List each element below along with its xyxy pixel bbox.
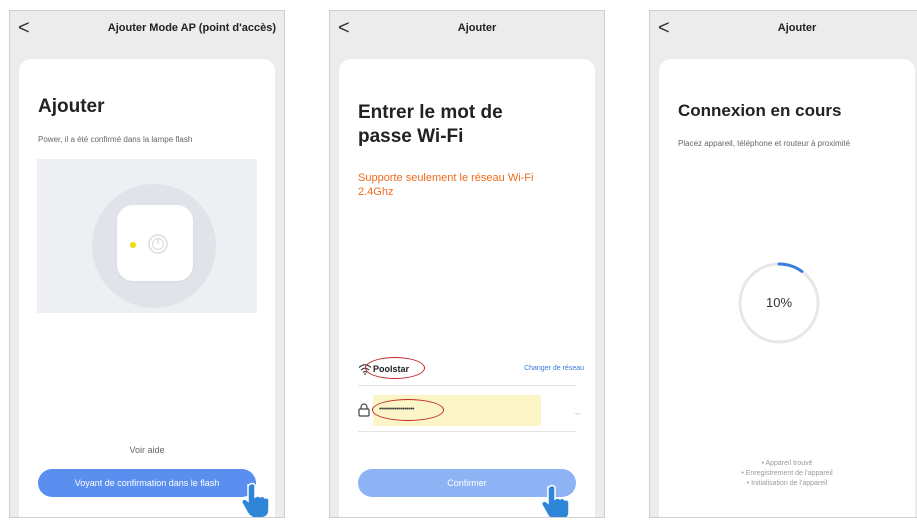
step-item: • Enregistrement de l'appareil: [659, 469, 915, 479]
step-text: Initialisation de l'appareil: [751, 480, 828, 487]
content-card: Ajouter Power, il a été confirmé dans la…: [19, 59, 275, 517]
top-bar: < Ajouter: [330, 11, 604, 49]
step-item: • Appareil trouvé: [659, 459, 915, 469]
device-illustration: [37, 159, 257, 313]
ssid-annotation-circle: [365, 357, 425, 379]
hand-pointer-icon: [241, 482, 270, 517]
screen-ap-mode: < Ajouter Mode AP (point d'accès) Ajoute…: [9, 10, 285, 518]
content-card: Entrer le mot de passe Wi-Fi Supporte se…: [339, 59, 595, 517]
password-annotation-circle: [372, 399, 444, 421]
description: Power, il a été confirmé dans la lampe f…: [38, 135, 193, 144]
warning-line-1: Supporte seulement le réseau Wi-Fi: [358, 172, 534, 184]
step-bullet: •: [746, 480, 750, 487]
back-chevron-icon[interactable]: <: [338, 18, 350, 38]
warning-line-2: 2.4Ghz: [358, 186, 394, 198]
hand-pointer-icon: [541, 484, 570, 517]
divider: [358, 431, 576, 432]
progress-label: 10%: [765, 295, 793, 310]
back-chevron-icon[interactable]: <: [18, 18, 30, 38]
heading-line-1: Entrer le mot de: [358, 102, 503, 123]
page-title: Ajouter: [777, 22, 817, 34]
content-card: Connexion en cours Placez appareil, télé…: [659, 59, 915, 517]
confirm-flash-button[interactable]: Voyant de confirmation dans le flash: [38, 469, 256, 497]
step-bullet: •: [741, 470, 744, 477]
page-title: Ajouter Mode AP (point d'accès): [107, 22, 276, 34]
help-link[interactable]: Voir aide: [19, 445, 275, 455]
screen-connecting: < Ajouter Connexion en cours Placez appa…: [649, 10, 917, 518]
step-bullet: •: [761, 460, 764, 467]
divider: [358, 385, 576, 386]
heading: Connexion en cours: [678, 101, 842, 120]
step-item: • Initialisation de l'appareil: [659, 479, 915, 489]
back-chevron-icon[interactable]: <: [658, 18, 670, 38]
step-text: Appareil trouvé: [765, 460, 813, 467]
indicator-light-icon: [130, 242, 136, 248]
heading-line-2: passe Wi-Fi: [358, 126, 464, 147]
heading: Ajouter: [38, 96, 105, 117]
description: Placez appareil, téléphone et routeur à …: [678, 139, 851, 148]
step-text: Enregistrement de l'appareil: [745, 470, 833, 477]
network-warning: Supporte seulement le réseau Wi-Fi 2.4Gh…: [358, 171, 581, 199]
change-network-link[interactable]: Changer de réseau: [524, 365, 584, 372]
connection-steps: • Appareil trouvé • Enregistrement de l'…: [659, 459, 915, 489]
eye-icon[interactable]: ⌣: [574, 408, 581, 419]
page-title: Ajouter: [457, 22, 497, 34]
power-icon: [148, 234, 168, 254]
screen-wifi-password: < Ajouter Entrer le mot de passe Wi-Fi S…: [329, 10, 605, 518]
top-bar: < Ajouter: [650, 11, 917, 49]
lock-icon: [358, 403, 370, 417]
top-bar: < Ajouter Mode AP (point d'accès): [10, 11, 284, 49]
